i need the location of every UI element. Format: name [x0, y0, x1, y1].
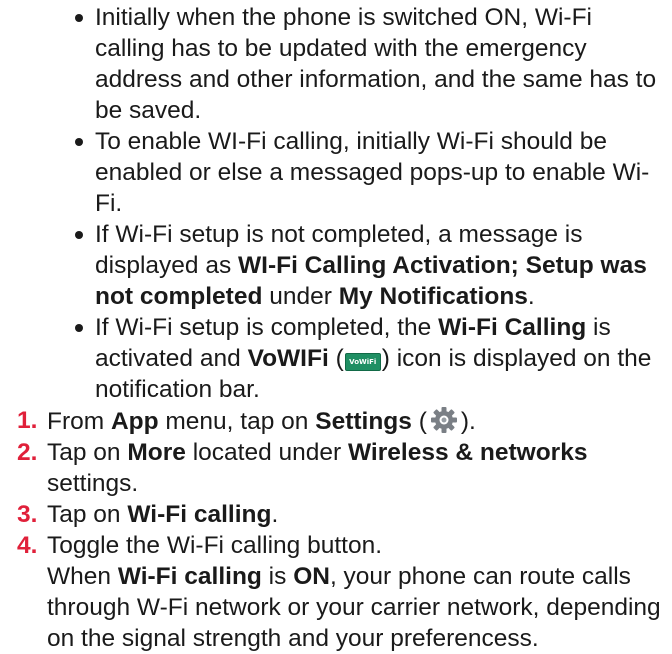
vowifi-icon: VoWiFi — [344, 353, 381, 371]
step-text: Tap on — [47, 439, 128, 466]
note-item: If Wi-Fi setup is completed, the Wi-Fi C… — [0, 312, 672, 405]
my-notifications-label: My Notifications — [338, 283, 528, 310]
wireless-networks-label: Wireless & networks — [348, 439, 588, 466]
step-text: ). — [460, 408, 476, 435]
bullet-icon — [75, 138, 83, 146]
notes-list: Initially when the phone is switched ON,… — [0, 2, 672, 405]
note-item: To enable WI-Fi calling, initially Wi-Fi… — [0, 126, 672, 219]
step-item: 4. Toggle the Wi-Fi calling button. When … — [0, 530, 672, 654]
note-item: If Wi-Fi setup is not completed, a messa… — [0, 219, 672, 312]
step-text: From — [47, 408, 111, 435]
gear-icon — [430, 407, 457, 433]
step-item: 3. Tap on Wi-Fi calling. — [0, 499, 672, 530]
bullet-icon — [75, 231, 83, 239]
vowifi-label: VoWIFi — [247, 345, 329, 372]
wifi-calling-label: Wi-Fi Calling — [438, 314, 587, 341]
note-text: under — [262, 283, 339, 310]
note-text: ( — [328, 345, 344, 372]
step-number: 3. — [17, 501, 38, 528]
bullet-icon — [75, 14, 83, 22]
step-text: . — [271, 501, 279, 528]
on-label: ON — [293, 563, 330, 590]
step-text: Toggle the Wi-Fi calling button. — [47, 532, 382, 559]
wifi-calling-label: Wi-Fi calling — [127, 501, 272, 528]
note-text: Initially when the phone is switched ON,… — [95, 4, 657, 124]
wifi-calling-label: Wi-Fi calling — [117, 563, 262, 590]
note-item: Initially when the phone is switched ON,… — [0, 2, 672, 126]
bullet-icon — [75, 324, 83, 332]
app-label: App — [110, 408, 159, 435]
note-text: . — [527, 283, 535, 310]
note-text: If Wi-Fi setup is completed, the — [95, 314, 439, 341]
instructions: Initially when the phone is switched ON,… — [0, 2, 672, 654]
step-number: 4. — [17, 532, 38, 559]
step-detail: When Wi-Fi calling is ON, your phone can… — [47, 561, 666, 654]
step-item: 1. From App menu, tap on Settings ( ). — [0, 405, 672, 437]
step-text: ( — [411, 408, 427, 435]
step-text: is — [261, 563, 294, 590]
step-number: 1. — [17, 407, 38, 434]
note-text: To enable WI-Fi calling, initially Wi-Fi… — [95, 128, 650, 217]
step-text: When — [47, 563, 118, 590]
step-text: settings. — [47, 470, 139, 497]
step-text: menu, tap on — [158, 408, 316, 435]
more-label: More — [127, 439, 186, 466]
steps-list: 1. From App menu, tap on Settings ( ). 2.… — [0, 405, 672, 654]
step-number: 2. — [17, 439, 38, 466]
step-item: 2. Tap on More located under Wireless & n… — [0, 437, 672, 499]
step-text: located under — [185, 439, 349, 466]
step-text: Tap on — [47, 501, 128, 528]
settings-label: Settings — [315, 408, 412, 435]
